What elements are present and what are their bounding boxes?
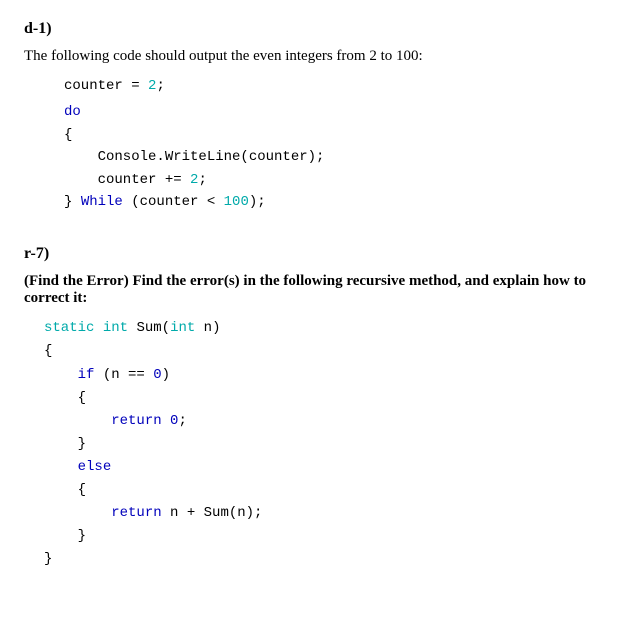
code-token [44,413,111,429]
section-d1: d-1) The following code should output th… [24,20,593,213]
code-token: else [78,459,112,475]
code-token: int [170,320,195,336]
code-token: = [131,78,148,94]
code-block-d1: counter = 2; do { Console.WriteLine(coun… [64,75,593,213]
code-token: int [103,320,128,336]
code-token: } [44,436,86,452]
section-d1-description: The following code should output the eve… [24,48,593,65]
code-token: 100 [224,194,249,210]
code-token: n) [195,320,220,336]
code-line: return 0; [44,410,593,433]
code-line: { [44,340,593,363]
code-token [162,413,170,429]
code-token: ; [198,172,206,188]
code-token: { [44,482,86,498]
code-token [44,505,111,521]
code-token: if [78,367,95,383]
code-token: } [44,551,52,567]
code-line: } [44,548,593,571]
code-token: return [111,413,161,429]
code-line: { [44,387,593,410]
code-token: ; [178,413,186,429]
code-line: { [44,479,593,502]
code-token: { [44,343,52,359]
code-token: (n == [94,367,153,383]
code-token: counter [64,78,131,94]
code-line: counter += 2; [64,169,593,191]
code-token: (counter < [123,194,224,210]
code-line: Console.WriteLine(counter); [64,146,593,168]
code-line: else [44,456,593,479]
code-token: ); [249,194,266,210]
code-token: do [64,104,81,120]
code-token: counter += [64,172,190,188]
code-token: { [64,127,72,143]
code-token: While [81,194,123,210]
section-r7-description: (Find the Error) Find the error(s) in th… [24,273,593,307]
code-token: ) [162,367,170,383]
code-token: 0 [153,367,161,383]
section-r7: r-7) (Find the Error) Find the error(s) … [24,245,593,571]
code-token: Console.WriteLine(counter); [64,149,324,165]
code-line: { [64,124,593,146]
section-d1-title: d-1) [24,20,593,38]
code-token [44,367,78,383]
code-token [44,459,78,475]
code-line: } [44,433,593,456]
code-token: { [44,390,86,406]
code-token: return [111,505,161,521]
code-line: } [44,525,593,548]
code-line: counter = 2; [64,75,593,97]
code-line: return n + Sum(n); [44,502,593,525]
code-token: n + Sum(n); [162,505,263,521]
code-block-r7: static int Sum(int n) { if (n == 0) { re… [44,317,593,571]
code-token: } [44,528,86,544]
code-token: Sum( [128,320,170,336]
code-token [94,320,102,336]
code-line: static int Sum(int n) [44,317,593,340]
code-token: ; [156,78,164,94]
code-token: } [64,194,81,210]
code-line: if (n == 0) [44,364,593,387]
code-line: } While (counter < 100); [64,191,593,213]
code-line: do [64,101,593,123]
code-token: static [44,320,94,336]
section-r7-title: r-7) [24,245,593,263]
